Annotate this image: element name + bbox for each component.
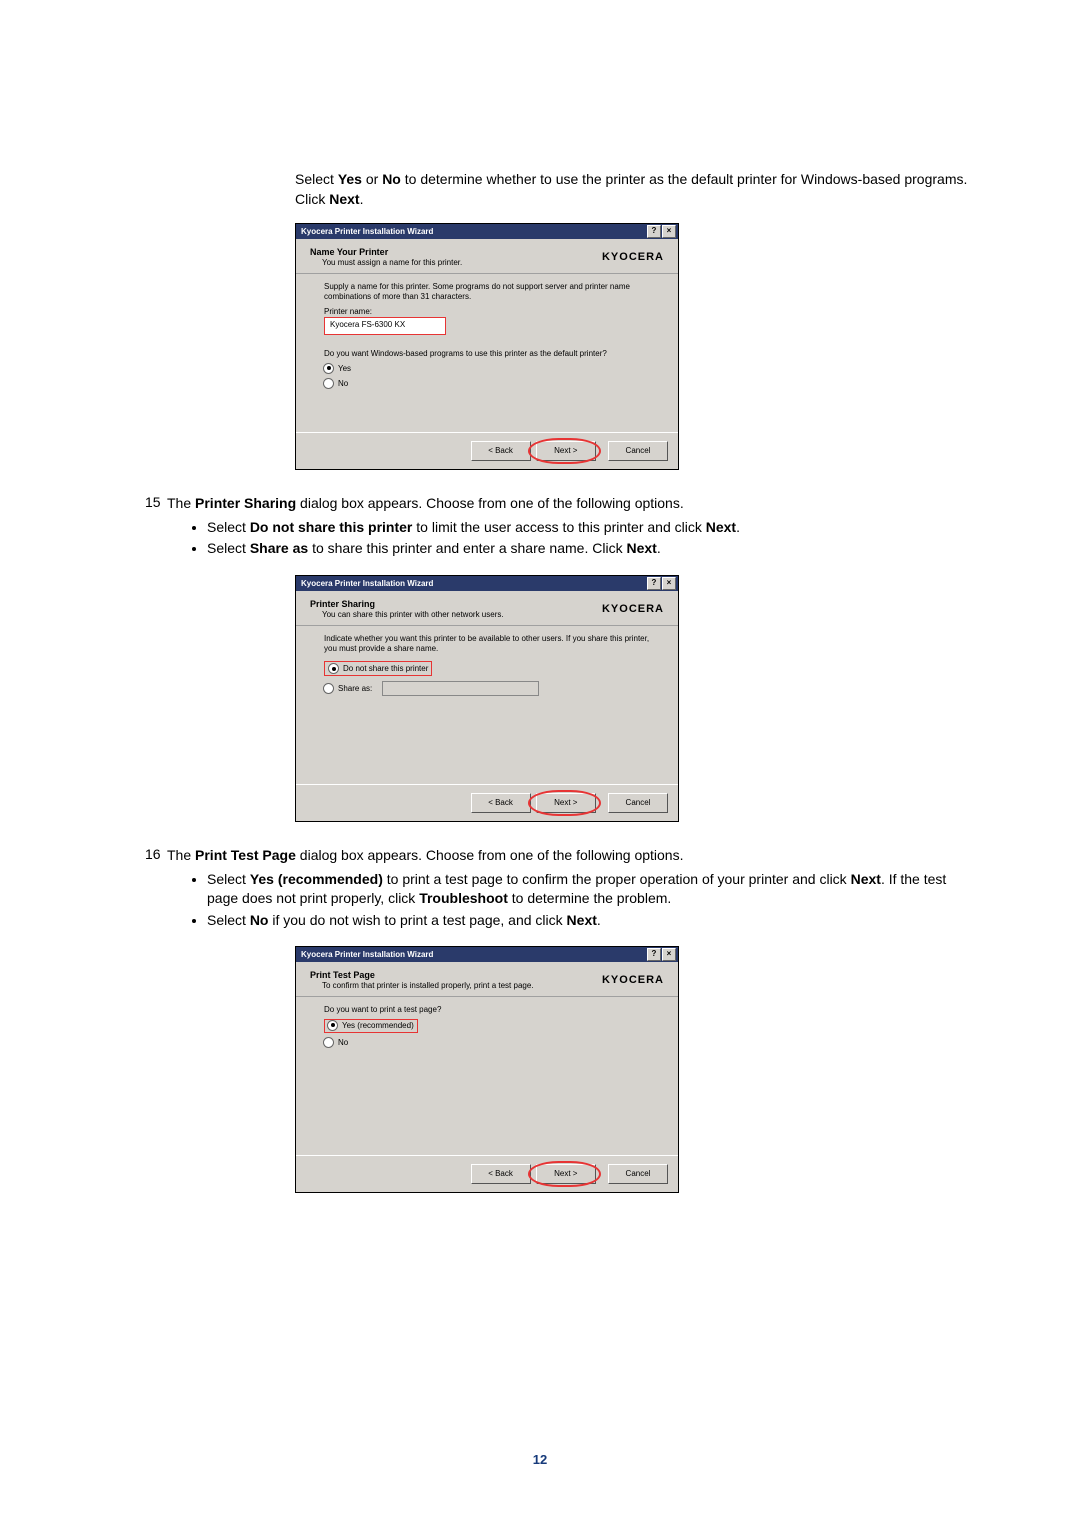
- intro-yes: Yes: [338, 171, 362, 187]
- dialog-title: Printer Sharing: [310, 599, 602, 609]
- name-printer-dialog: Kyocera Printer Installation Wizard ? × …: [295, 223, 679, 470]
- radio-share-as[interactable]: [323, 683, 334, 694]
- help-icon[interactable]: ?: [647, 948, 661, 961]
- titlebar: Kyocera Printer Installation Wizard ? ×: [296, 947, 678, 962]
- next-button[interactable]: Next >: [536, 1164, 596, 1184]
- step-16-bold: Print Test Page: [195, 847, 296, 863]
- help-icon[interactable]: ?: [647, 577, 661, 590]
- step-16: 16 The Print Test Page dialog box appear…: [145, 846, 972, 932]
- step-15: 15 The Printer Sharing dialog box appear…: [145, 494, 972, 561]
- radio-do-not-share[interactable]: [328, 663, 339, 674]
- dialog-body: Supply a name for this printer. Some pro…: [296, 274, 678, 432]
- dialog-header: Name Your Printer You must assign a name…: [296, 239, 678, 274]
- radio-yes-label: Yes: [338, 364, 351, 373]
- kyocera-logo: KYOCERA: [602, 603, 664, 615]
- next-button[interactable]: Next >: [536, 793, 596, 813]
- back-button[interactable]: < Back: [471, 1164, 531, 1184]
- kyocera-logo: KYOCERA: [602, 974, 664, 986]
- step-16-bullet-2: Select No if you do not wish to print a …: [207, 911, 972, 931]
- titlebar-text: Kyocera Printer Installation Wizard: [298, 227, 646, 236]
- dialog-footer: < Back Next > Cancel: [296, 432, 678, 469]
- printer-name-input[interactable]: [328, 319, 446, 330]
- cancel-button[interactable]: Cancel: [608, 793, 668, 813]
- radio-no-label: No: [338, 1038, 348, 1047]
- test-page-question: Do you want to print a test page?: [324, 1005, 650, 1015]
- radio-no-test[interactable]: [323, 1037, 334, 1048]
- kyocera-logo: KYOCERA: [602, 251, 664, 263]
- step-15-bullet-1: Select Do not share this printer to limi…: [207, 518, 740, 538]
- step-15-bullet-2: Select Share as to share this printer an…: [207, 539, 740, 559]
- dialog-title: Name Your Printer: [310, 247, 602, 257]
- titlebar: Kyocera Printer Installation Wizard ? ×: [296, 576, 678, 591]
- dialog-subtitle: You can share this printer with other ne…: [322, 610, 602, 619]
- yes-recommended-label: Yes (recommended): [342, 1021, 414, 1030]
- cancel-button[interactable]: Cancel: [608, 1164, 668, 1184]
- close-icon[interactable]: ×: [662, 948, 676, 961]
- titlebar: Kyocera Printer Installation Wizard ? ×: [296, 224, 678, 239]
- cancel-button[interactable]: Cancel: [608, 441, 668, 461]
- radio-no[interactable]: [323, 378, 334, 389]
- step-15-bullets: Select Do not share this printer to limi…: [167, 518, 740, 559]
- notice-text: Indicate whether you want this printer t…: [324, 634, 650, 653]
- dialog-subtitle: To confirm that printer is installed pro…: [322, 981, 602, 990]
- close-icon[interactable]: ×: [662, 577, 676, 590]
- help-icon[interactable]: ?: [647, 225, 661, 238]
- radio-yes[interactable]: [323, 363, 334, 374]
- dialog-header: Printer Sharing You can share this print…: [296, 591, 678, 626]
- titlebar-text: Kyocera Printer Installation Wizard: [298, 579, 646, 588]
- dialog-body: Do you want to print a test page? Yes (r…: [296, 997, 678, 1155]
- intro-paragraph: Select Yes or No to determine whether to…: [295, 170, 972, 209]
- next-button[interactable]: Next >: [536, 441, 596, 461]
- radio-yes-row[interactable]: Yes: [323, 363, 650, 374]
- step-15-number: 15: [145, 494, 167, 561]
- document-page: Select Yes or No to determine whether to…: [0, 0, 1080, 1527]
- share-name-input[interactable]: [382, 681, 539, 696]
- close-icon[interactable]: ×: [662, 225, 676, 238]
- print-test-page-dialog: Kyocera Printer Installation Wizard ? × …: [295, 946, 679, 1193]
- step-16-bullet-1: Select Yes (recommended) to print a test…: [207, 870, 972, 909]
- dialog-footer: < Back Next > Cancel: [296, 784, 678, 821]
- page-number: 12: [533, 1452, 547, 1467]
- dialog-subtitle: You must assign a name for this printer.: [322, 258, 602, 267]
- dialog-header: Print Test Page To confirm that printer …: [296, 962, 678, 997]
- intro-no: No: [382, 171, 401, 187]
- default-printer-question: Do you want Windows-based programs to us…: [324, 349, 650, 359]
- radio-no-label: No: [338, 379, 348, 388]
- radio-no-row[interactable]: No: [323, 1037, 650, 1048]
- notice-text: Supply a name for this printer. Some pro…: [324, 282, 650, 301]
- dialog-body: Indicate whether you want this printer t…: [296, 626, 678, 784]
- intro-next: Next: [329, 191, 359, 207]
- yes-recommended-highlight: Yes (recommended): [324, 1019, 418, 1033]
- dialog-footer: < Back Next > Cancel: [296, 1155, 678, 1192]
- radio-no-row[interactable]: No: [323, 378, 650, 389]
- step-16-bullets: Select Yes (recommended) to print a test…: [167, 870, 972, 931]
- step-16-number: 16: [145, 846, 167, 932]
- step-15-bold: Printer Sharing: [195, 495, 296, 511]
- titlebar-text: Kyocera Printer Installation Wizard: [298, 950, 646, 959]
- dialog-title: Print Test Page: [310, 970, 602, 980]
- printer-name-highlight: [324, 317, 446, 335]
- printer-name-label: Printer name:: [324, 307, 650, 316]
- radio-yes-recommended[interactable]: [327, 1020, 338, 1031]
- do-not-share-label: Do not share this printer: [343, 664, 428, 673]
- back-button[interactable]: < Back: [471, 441, 531, 461]
- printer-sharing-dialog: Kyocera Printer Installation Wizard ? × …: [295, 575, 679, 822]
- share-as-row[interactable]: Share as:: [323, 681, 650, 696]
- back-button[interactable]: < Back: [471, 793, 531, 813]
- share-as-label: Share as:: [338, 684, 372, 693]
- do-not-share-highlight: Do not share this printer: [324, 661, 432, 676]
